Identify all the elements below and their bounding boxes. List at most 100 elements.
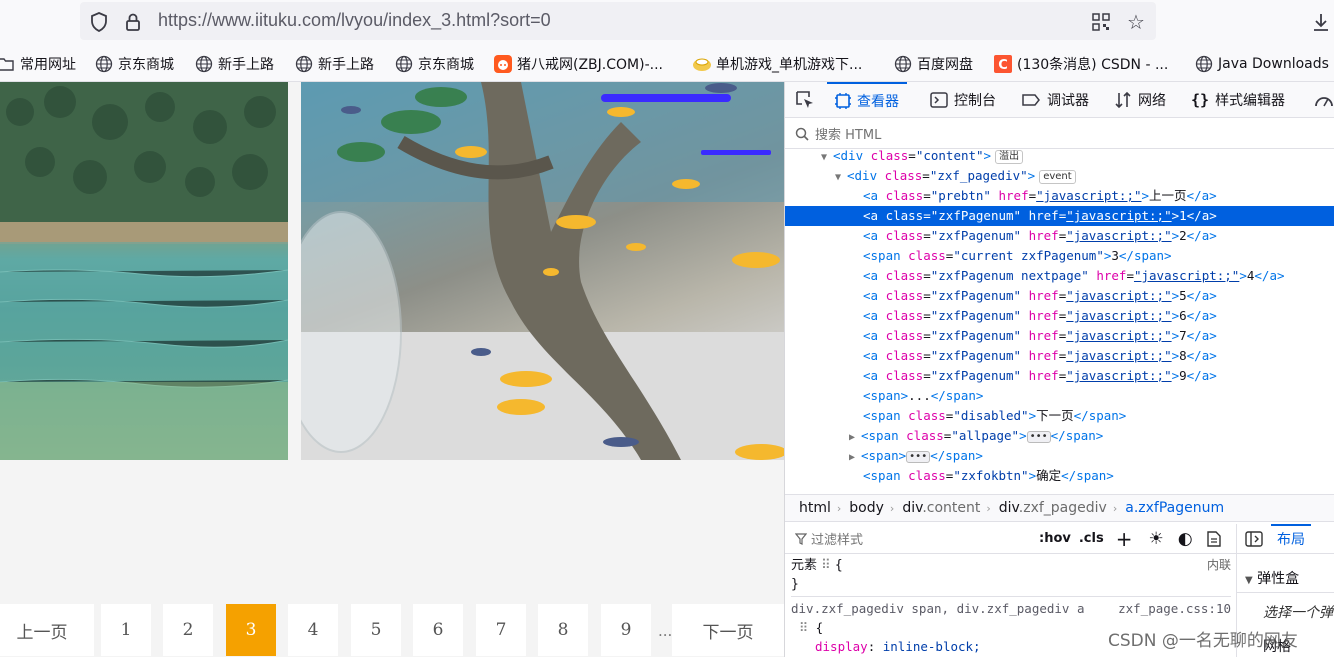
collapse-triangle-icon[interactable]: ▶ (849, 448, 861, 468)
dark-theme-icon[interactable]: ◐ (1178, 529, 1193, 549)
hov-toggle[interactable]: :hov (1039, 531, 1071, 546)
bookmark-item[interactable]: 京东商城 (394, 53, 474, 75)
page-number-button[interactable]: 6 (413, 604, 463, 656)
dom-node-link[interactable]: <a class="zxfPagenum" href="javascript:;… (785, 286, 1334, 306)
bookmark-item[interactable]: 常用网址 (0, 53, 76, 75)
overflow-badge[interactable]: 溢出 (995, 150, 1024, 164)
add-rule-icon[interactable]: + (1116, 527, 1133, 551)
shield-icon[interactable] (88, 11, 110, 33)
chevron-right-icon: › (889, 501, 895, 515)
grid-dots-icon: ⠿ (821, 558, 831, 573)
bookmark-label: 百度网盘 (917, 57, 973, 73)
url-text[interactable]: https://www.iituku.com/lvyou/index_3.htm… (158, 10, 551, 31)
element-label: 元素 (791, 558, 818, 573)
dom-node-link[interactable]: <a class="zxfPagenum" href="javascript:;… (785, 326, 1334, 346)
print-media-icon[interactable] (1206, 530, 1221, 547)
tab-label: 控制台 (954, 93, 996, 109)
event-badge[interactable]: event (1039, 169, 1076, 184)
css-value[interactable]: inline-block; (883, 639, 981, 654)
prev-page-button[interactable]: 上一页 (0, 604, 94, 656)
page-number-button[interactable]: 5 (351, 604, 401, 656)
current-page-button[interactable]: 3 (226, 604, 276, 656)
breadcrumb-item[interactable]: html (799, 500, 831, 516)
bookmark-item[interactable]: C (130条消息) CSDN - ... (993, 53, 1168, 75)
star-bookmark-icon[interactable]: ☆ (1124, 10, 1148, 34)
tab-network[interactable]: 网络 (1114, 82, 1166, 118)
tab-label: 调试器 (1047, 93, 1089, 109)
bookmark-item[interactable]: 百度网盘 (893, 53, 973, 75)
grid-dots-icon: ⠿ (799, 620, 809, 635)
download-icon[interactable] (1310, 10, 1332, 34)
page-number-button[interactable]: 4 (288, 604, 338, 656)
css-property[interactable]: display (815, 639, 868, 654)
aquarium-fish-photo[interactable] (301, 82, 784, 460)
bookmark-item[interactable]: Java Downloads (1194, 53, 1329, 75)
dom-node-span-current[interactable]: <span class="current zxfPagenum">3</span… (785, 246, 1334, 266)
dom-node-span-okbtn[interactable]: <span class="zxfokbtn">确定</span> (785, 466, 1334, 486)
next-page-button[interactable]: 下一页 (672, 604, 784, 656)
tab-console[interactable]: 控制台 (930, 82, 996, 118)
dom-node-link-next[interactable]: <a class="zxfPagenum nextpage" href="jav… (785, 266, 1334, 286)
dom-node-link[interactable]: <a class="zxfPagenum" href="javascript:;… (785, 366, 1334, 386)
bookmark-item[interactable]: 猪八戒网(ZBJ.COM)-... (493, 53, 663, 75)
breadcrumb-item[interactable]: div.zxf_pagediv (999, 500, 1107, 516)
tab-style-editor[interactable]: {} 样式编辑器 (1191, 82, 1285, 118)
page-number-button[interactable]: 2 (163, 604, 213, 656)
sidebar-toggle-icon[interactable] (1245, 530, 1271, 547)
csdn-icon: C (993, 54, 1013, 74)
rule-source-link[interactable]: zxf_page.css:10 (1118, 599, 1231, 618)
dom-node-span[interactable]: ▶ <span> ••• </span> (785, 446, 1334, 466)
page-number-button[interactable]: 8 (538, 604, 588, 656)
filter-styles-input[interactable]: 过滤样式 (811, 529, 1039, 548)
bookmarks-toolbar: 常用网址 京东商城 新手上路 新手上路 京东商城 猪八戒网(ZBJ.COM)-.… (0, 44, 1334, 82)
dom-node-content[interactable]: ▼ <div class="content"> 溢出 (785, 150, 1334, 166)
tab-layout[interactable]: 布局 (1271, 524, 1311, 554)
dom-node-link[interactable]: <a class="zxfPagenum" href="javascript:;… (785, 226, 1334, 246)
tab-debugger[interactable]: 调试器 (1021, 82, 1089, 118)
pagination-ellipsis: ... (658, 622, 673, 640)
dom-node-link[interactable]: <a class="prebtn" href="javascript:;">上一… (785, 186, 1334, 206)
collapsed-content-icon[interactable]: ••• (1026, 430, 1051, 443)
breadcrumb-item[interactable]: div.content (902, 500, 980, 516)
element-picker-icon[interactable] (793, 89, 817, 111)
rules-filter-bar: 过滤样式 :hov .cls + ☀ ◐ (785, 524, 1237, 554)
bookmark-item[interactable]: 新手上路 (294, 53, 374, 75)
breadcrumb-item[interactable]: body (849, 500, 884, 516)
performance-icon[interactable] (1313, 90, 1334, 110)
flexbox-section[interactable]: ▼ 弹性盒 (1245, 568, 1299, 588)
search-input[interactable]: 搜索 HTML (815, 124, 881, 143)
bookmark-item[interactable]: 京东商城 (94, 53, 174, 75)
bookmark-item[interactable]: 新手上路 (194, 53, 274, 75)
collapsed-content-icon[interactable]: ••• (906, 450, 931, 463)
globe-icon (94, 54, 114, 74)
dom-node-span[interactable]: <span>...</span> (785, 386, 1334, 406)
collapse-triangle-icon[interactable]: ▶ (849, 428, 861, 448)
web-page-content: 上一页 1 2 3 4 5 6 7 8 9 ... 下一页 (0, 82, 784, 657)
rule-selector[interactable]: div.zxf_pagediv span, div.zxf_pagediv a (791, 599, 1085, 618)
zbj-icon (493, 54, 513, 74)
page-number-button[interactable]: 9 (601, 604, 651, 656)
tab-inspector[interactable]: 查看器 (827, 82, 907, 118)
dom-node-link[interactable]: <a class="zxfPagenum" href="javascript:;… (785, 346, 1334, 366)
chevron-right-icon: › (836, 501, 842, 515)
qr-code-icon[interactable] (1090, 11, 1112, 33)
dom-node-pagediv[interactable]: ▼ <div class="zxf_pagediv"> event (785, 166, 1334, 186)
debugger-icon (1021, 93, 1041, 107)
lake-forest-photo[interactable] (0, 82, 288, 460)
dom-node-link-selected[interactable]: <a class="zxfPagenum" href="javascript:;… (785, 206, 1334, 226)
dom-node-link[interactable]: <a class="zxfPagenum" href="javascript:;… (785, 306, 1334, 326)
bookmark-item[interactable]: 单机游戏_单机游戏下... (692, 53, 862, 75)
element-rule-header: 元素 ⠿ { 内联 (791, 558, 1231, 573)
breadcrumb-item-current[interactable]: a.zxfPagenum (1125, 500, 1224, 516)
html-search-bar[interactable]: 搜索 HTML (785, 119, 1334, 149)
flexbox-hint: 选择一个弹 (1263, 605, 1333, 621)
page-number-button[interactable]: 1 (101, 604, 151, 656)
dom-node-span-allpage[interactable]: ▶ <span class="allpage"> ••• </span> (785, 426, 1334, 446)
dom-node-span-disabled[interactable]: <span class="disabled">下一页</span> (785, 406, 1334, 426)
light-theme-icon[interactable]: ☀ (1148, 529, 1163, 549)
cls-toggle[interactable]: .cls (1079, 531, 1104, 546)
page-number-button[interactable]: 7 (476, 604, 526, 656)
devtools-toolbar: 查看器 控制台 调试器 网络 {} 样式编辑器 (785, 82, 1334, 118)
expand-triangle-icon[interactable]: ▼ (835, 168, 847, 188)
lock-icon[interactable] (122, 11, 144, 33)
